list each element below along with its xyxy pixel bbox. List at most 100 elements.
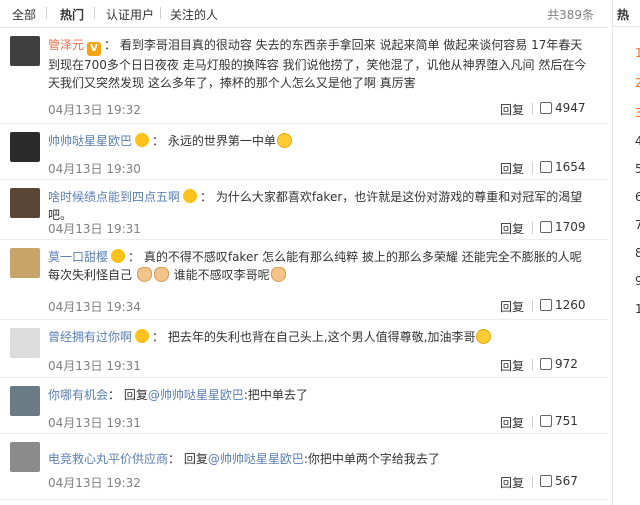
verified-badge-icon: V (87, 42, 102, 56)
comment-body: 电竞救心丸平价供应商： 回复@帅帅哒星星欧巴:你把中单两个字给我去了 (48, 452, 440, 466)
laughing-emoji-icon (276, 133, 292, 148)
comment-time: 04月13日 19:31 (48, 416, 141, 430)
thumbs-up-icon (540, 299, 552, 311)
praying-hands-emoji-icon (153, 267, 169, 282)
hot-list-rank[interactable]: 1 (635, 302, 640, 316)
tab-verified-users[interactable]: 认证用户 (106, 6, 154, 23)
hot-list-title: 热 (617, 8, 630, 22)
thumbs-up-icon (540, 221, 552, 233)
comment-text: :你把中单两个字给我去了 (303, 452, 440, 466)
reply-button[interactable]: 回复 (500, 357, 524, 374)
hot-list-rank[interactable]: 3 (635, 106, 640, 120)
thumbs-up-icon (540, 102, 552, 114)
like-count: 972 (555, 357, 578, 371)
like-button[interactable]: 1709 (540, 220, 586, 234)
thumbs-up-icon (540, 475, 552, 487)
reply-button[interactable]: 回复 (500, 298, 524, 315)
hot-list-rank[interactable]: 6 (635, 190, 640, 204)
crown-badge-icon (135, 133, 150, 147)
comment-body: 曾经拥有过你啊： 把去年的失利也背在自己头上,这个男人值得尊敬,加油李哥 (48, 328, 588, 346)
thumbs-up-icon (540, 358, 552, 370)
reply-button[interactable]: 回复 (500, 414, 524, 431)
action-divider (532, 476, 533, 488)
reply-button[interactable]: 回复 (500, 474, 524, 491)
hot-list-rank[interactable]: 5 (635, 162, 640, 176)
comment-username[interactable]: 你哪有机会 (48, 388, 108, 402)
comment-text: 把去年的失利也背在自己头上,这个男人值得尊敬,加油李哥 (167, 330, 476, 344)
avatar[interactable] (10, 442, 40, 472)
comment-body: 你哪有机会： 回复@帅帅哒星星欧巴:把中单去了 (48, 388, 308, 402)
reply-button[interactable]: 回复 (500, 101, 524, 118)
like-button[interactable]: 972 (540, 357, 578, 371)
crown-badge-icon (183, 189, 198, 203)
action-divider (532, 300, 533, 312)
comment-item: 啥时候绩点能到四点五啊： 为什么大家都喜欢faker，也许就是这份对游戏的尊重和… (0, 180, 608, 240)
hot-list-panel: 热 1 2 3 4 5 6 7 8 9 1 (612, 0, 640, 505)
comment-username[interactable]: 莫一口甜樱 (48, 250, 108, 264)
comment-time: 04月13日 19:30 (48, 162, 141, 176)
reply-button[interactable]: 回复 (500, 220, 524, 237)
like-button[interactable]: 1260 (540, 298, 586, 312)
tab-following[interactable]: 关注的人 (170, 6, 218, 23)
hot-list-rank[interactable]: 7 (635, 218, 640, 232)
comment-text: 真的不得不感叹faker 怎么能有那么纯粹 披上的那么多荣耀 还能完全不膨胀的人… (48, 250, 582, 282)
praying-hands-emoji-icon (136, 267, 152, 282)
hot-list-rank[interactable]: 1 (635, 46, 640, 60)
hot-list-rank[interactable]: 9 (635, 274, 640, 288)
action-divider (532, 162, 533, 174)
like-count: 1709 (555, 220, 586, 234)
avatar[interactable] (10, 188, 40, 218)
avatar[interactable] (10, 386, 40, 416)
like-count: 1260 (555, 298, 586, 312)
like-button[interactable]: 4947 (540, 101, 586, 115)
comment-time: 04月13日 19:31 (48, 359, 141, 373)
like-button[interactable]: 567 (540, 474, 578, 488)
tab-all[interactable]: 全部 (12, 6, 36, 23)
comment-username[interactable]: 电竞救心丸平价供应商 (48, 452, 168, 466)
comment-time: 04月13日 19:34 (48, 300, 141, 314)
hot-list-rank[interactable]: 2 (635, 76, 640, 90)
comment-filter-bar: 全部 热门 认证用户 关注的人 共389条 (0, 0, 608, 28)
comment-body: 莫一口甜樱： 真的不得不感叹faker 怎么能有那么纯粹 披上的那么多荣耀 还能… (48, 249, 582, 282)
comment-item: 曾经拥有过你啊： 把去年的失利也背在自己头上,这个男人值得尊敬,加油李哥 04月… (0, 320, 608, 378)
reply-prefix: 回复 (183, 452, 208, 466)
action-divider (532, 416, 533, 428)
like-button[interactable]: 751 (540, 414, 578, 428)
comment-text: 永远的世界第一中单 (167, 134, 276, 148)
reply-button[interactable]: 回复 (500, 160, 524, 177)
reply-prefix: 回复 (123, 388, 148, 402)
like-button[interactable]: 1654 (540, 160, 586, 174)
comment-body: 帅帅哒星星欧巴： 永远的世界第一中单 (48, 132, 588, 150)
avatar[interactable] (10, 248, 40, 278)
crying-emoji-icon (476, 329, 492, 344)
comment-username[interactable]: 曾经拥有过你啊 (48, 330, 132, 344)
thumbs-up-icon (540, 161, 552, 173)
hot-list-rank[interactable]: 8 (635, 246, 640, 260)
avatar[interactable] (10, 36, 40, 66)
comment-text: 看到李哥泪目真的很动容 失去的东西亲手拿回来 说起来简单 做起来谈何容易 17年… (48, 38, 587, 90)
comment-item: 管泽元 V： 看到李哥泪目真的很动容 失去的东西亲手拿回来 说起来简单 做起来谈何… (0, 28, 608, 124)
comment-item: 电竞救心丸平价供应商： 回复@帅帅哒星星欧巴:你把中单两个字给我去了 04月13… (0, 434, 608, 500)
comment-time: 04月13日 19:31 (48, 222, 141, 236)
like-count: 1654 (555, 160, 586, 174)
hot-list-rank[interactable]: 4 (635, 134, 640, 148)
comment-body: 管泽元 V： 看到李哥泪目真的很动容 失去的东西亲手拿回来 说起来简单 做起来谈何… (48, 38, 587, 90)
tab-divider (94, 7, 95, 19)
reply-mention-link[interactable]: @帅帅哒星星欧巴 (148, 388, 244, 402)
reply-mention-link[interactable]: @帅帅哒星星欧巴 (208, 452, 304, 466)
like-count: 4947 (555, 101, 586, 115)
comment-total-count: 共389条 (547, 8, 594, 22)
avatar[interactable] (10, 132, 40, 162)
praying-hands-emoji-icon (270, 267, 286, 282)
comment-username[interactable]: 管泽元 (48, 38, 84, 52)
like-count: 567 (555, 474, 578, 488)
crown-badge-icon (135, 329, 150, 343)
avatar[interactable] (10, 328, 40, 358)
comment-username[interactable]: 啥时候绩点能到四点五啊 (48, 190, 180, 204)
tab-hot[interactable]: 热门 (60, 6, 84, 23)
comment-time: 04月13日 19:32 (48, 103, 141, 117)
comment-item: 帅帅哒星星欧巴： 永远的世界第一中单 04月13日 19:30 回复 1654 (0, 124, 608, 180)
comment-username[interactable]: 帅帅哒星星欧巴 (48, 134, 132, 148)
comment-item: 你哪有机会： 回复@帅帅哒星星欧巴:把中单去了 04月13日 19:31 回复 … (0, 378, 608, 434)
divider (613, 26, 640, 27)
